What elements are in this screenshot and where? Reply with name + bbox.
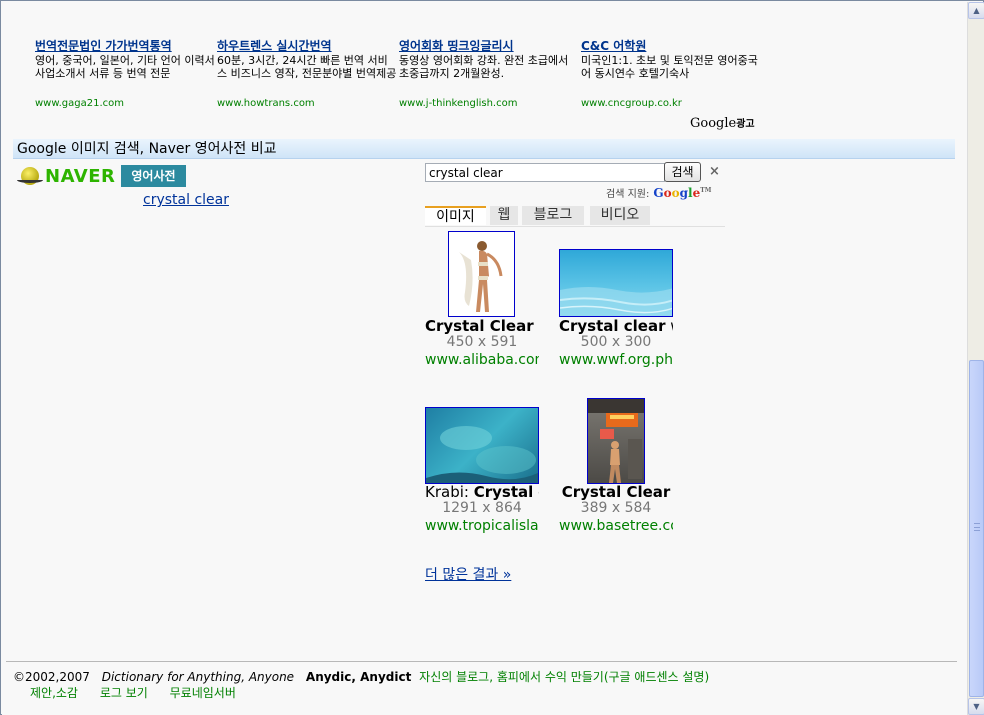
close-icon[interactable]: × xyxy=(709,164,720,179)
copyright: ©2002,2007 xyxy=(13,670,90,684)
ad-block[interactable]: 하우트렌스 실시간번역 60분, 3시간, 24시간 빠른 번역 서비스 비즈니… xyxy=(217,40,397,110)
result-title[interactable]: Crystal clear w xyxy=(559,317,673,335)
page-content: 번역전문법인 가가번역통역 영어, 중국어, 일본어, 기타 언어 이력서 사업… xyxy=(2,2,967,715)
google-ads-brand: Google xyxy=(690,116,737,131)
search-button[interactable]: 검색 xyxy=(664,162,701,182)
ad-title[interactable]: C&C 어학원 xyxy=(581,40,761,53)
naver-mark-icon xyxy=(17,165,43,187)
ad-description: 60분, 3시간, 24시간 빠른 번역 서비스 비즈니스 영작, 전문분야별 … xyxy=(217,54,397,80)
ad-url[interactable]: www.howtrans.com xyxy=(217,97,397,110)
powered-label: 검색 지원: xyxy=(606,189,650,200)
result-url[interactable]: www.wwf.org.ph xyxy=(559,352,673,368)
footer-links: 제안,소감 로그 보기 무료네임서버 xyxy=(30,684,254,701)
naver-dictionary-logo[interactable]: NAVER 영어사전 xyxy=(17,165,186,187)
ad-description: 동영상 영어회화 강좌. 완전 초급에서 초중급까지 2개월완성. xyxy=(399,54,569,80)
naver-dict-label: 영어사전 xyxy=(121,165,186,187)
result-title[interactable]: Krabi: Crystal c xyxy=(425,483,539,501)
result-size: 450 x 591 xyxy=(446,334,518,350)
result-url[interactable]: www.basetree.com xyxy=(559,518,673,534)
ad-description: 영어, 중국어, 일본어, 기타 언어 이력서 사업소개서 서류 등 번역 전문 xyxy=(35,54,215,80)
ad-url[interactable]: www.gaga21.com xyxy=(35,97,215,110)
tab-web[interactable]: 웹 xyxy=(490,206,518,225)
ad-url[interactable]: www.j-thinkenglish.com xyxy=(399,97,579,110)
ad-title[interactable]: 영어회화 띵크잉글리시 xyxy=(399,40,579,53)
search-tabs: 이미지 웹 블로그 비디오 xyxy=(425,205,725,227)
ad-block[interactable]: 번역전문법인 가가번역통역 영어, 중국어, 일본어, 기타 언어 이력서 사업… xyxy=(35,40,215,110)
result-url[interactable]: www.alibaba.com xyxy=(425,352,539,368)
scroll-up-icon[interactable]: ▲ xyxy=(968,2,984,19)
slogan: Dictionary for Anything, Anyone xyxy=(101,670,295,684)
tab-image[interactable]: 이미지 xyxy=(425,206,486,225)
browser-frame: 번역전문법인 가가번역통역 영어, 중국어, 일본어, 기타 언어 이력서 사업… xyxy=(0,0,984,715)
result-size: 500 x 300 xyxy=(580,334,652,350)
vertical-scrollbar[interactable]: ▲ ▼ xyxy=(967,2,984,715)
footer-link-nameserver[interactable]: 무료네임서버 xyxy=(170,686,236,700)
scroll-down-icon[interactable]: ▼ xyxy=(968,698,984,715)
naver-query-link[interactable]: crystal clear xyxy=(143,192,229,208)
result-url[interactable]: www.tropicalisland xyxy=(425,518,539,534)
section-title-bar: Google 이미지 검색, Naver 영어사전 비교 xyxy=(13,139,955,159)
powered-by-google: 검색 지원: GoogleTM xyxy=(606,185,712,201)
ad-description: 미국인1:1. 초보 및 토익전문 영어중국어 동시연수 호텔기숙사 xyxy=(581,54,758,80)
ad-block[interactable]: 영어회화 띵크잉글리시 동영상 영어회화 강좌. 완전 초급에서 초중급까지 2… xyxy=(399,40,579,110)
ad-url[interactable]: www.cncgroup.co.kr xyxy=(581,97,761,110)
footer-link-feedback[interactable]: 제안,소감 xyxy=(30,686,78,700)
result-thumbnail[interactable] xyxy=(448,231,515,317)
result-size: 1291 x 864 xyxy=(442,500,522,516)
result-title[interactable]: Crystal Clear L xyxy=(425,317,539,335)
search-input[interactable] xyxy=(425,163,665,182)
ad-block[interactable]: C&C 어학원 미국인1:1. 초보 및 토익전문 영어중국어 동시연수 호텔기… xyxy=(581,40,761,110)
result-thumbnail[interactable] xyxy=(559,249,673,317)
result-thumbnail[interactable] xyxy=(425,407,539,484)
brand-name: Anydic, Anydict xyxy=(305,670,412,684)
ad-title[interactable]: 번역전문법인 가가번역통역 xyxy=(35,40,215,53)
result-thumbnail[interactable] xyxy=(587,398,645,484)
google-logo-icon: GoogleTM xyxy=(653,185,712,200)
ad-title[interactable]: 하우트렌스 실시간번역 xyxy=(217,40,397,53)
tab-blog[interactable]: 블로그 xyxy=(522,206,584,225)
google-ads-label[interactable]: Google광고 xyxy=(690,115,755,131)
result-size: 389 x 584 xyxy=(580,500,652,516)
footer: ©2002,2007 Dictionary for Anything, Anyo… xyxy=(13,668,709,685)
footer-divider xyxy=(6,661,957,662)
naver-logo-text: NAVER xyxy=(45,165,116,187)
scrollbar-thumb[interactable] xyxy=(969,360,984,697)
footer-link-logs[interactable]: 로그 보기 xyxy=(100,686,148,700)
adsense-link[interactable]: 자신의 블로그, 홈피에서 수익 만들기(구글 애드센스 설명) xyxy=(419,670,709,684)
result-title[interactable]: Crystal Clear xyxy=(559,483,673,501)
more-results-link[interactable]: 더 많은 결과 » xyxy=(425,564,511,584)
trademark: TM xyxy=(700,186,712,194)
tab-video[interactable]: 비디오 xyxy=(590,206,650,225)
google-ads-ko: 광고 xyxy=(736,119,755,130)
